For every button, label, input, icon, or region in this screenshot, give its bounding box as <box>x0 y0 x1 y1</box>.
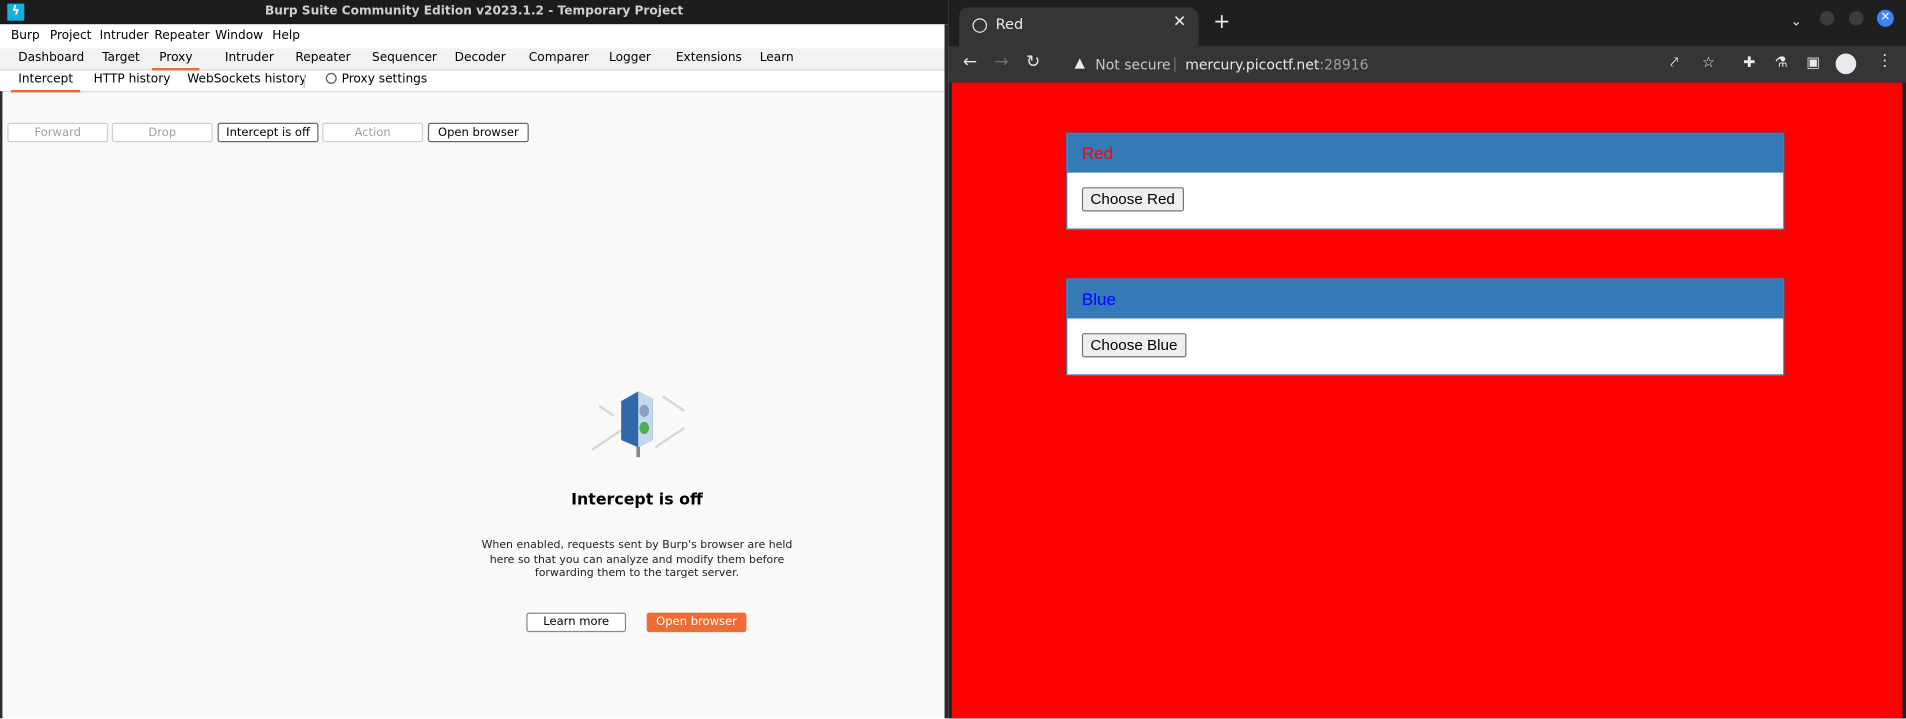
menu-project[interactable]: Project <box>50 24 92 48</box>
tab-repeater[interactable]: Repeater <box>288 49 358 68</box>
burp-logo-icon: ϟ <box>7 3 25 21</box>
proxy-sub-tabs: Intercept HTTP history WebSockets histor… <box>0 70 949 93</box>
blue-panel-heading: Blue <box>1067 279 1784 319</box>
chevron-down-icon[interactable]: ⌄ <box>1791 13 1802 29</box>
burp-left-border <box>0 91 3 719</box>
tab-comparer[interactable]: Comparer <box>521 49 596 68</box>
red-panel-heading: Red <box>1067 133 1784 173</box>
intercept-toggle-button[interactable]: Intercept is off <box>217 122 319 143</box>
extensions-icon[interactable]: ✚ <box>1743 53 1755 70</box>
subtab-http-history[interactable]: HTTP history <box>86 71 177 90</box>
subtab-intercept[interactable]: Intercept <box>10 71 81 93</box>
new-tab-icon[interactable]: + <box>1213 10 1230 34</box>
tab-decoder[interactable]: Decoder <box>447 49 513 68</box>
drop-button[interactable]: Drop <box>111 122 213 143</box>
menu-repeater[interactable]: Repeater <box>154 24 209 48</box>
page-viewport: Red Choose Red Blue Choose Blue <box>951 82 1903 719</box>
burp-window-title: Burp Suite Community Edition v2023.1.2 -… <box>264 4 684 19</box>
tab-learn[interactable]: Learn <box>752 49 801 68</box>
address-divider <box>1174 57 1176 72</box>
tab-extensions[interactable]: Extensions <box>669 49 750 68</box>
window-close-icon[interactable]: ✕ <box>1876 9 1894 27</box>
learn-more-button[interactable]: Learn more <box>526 612 627 633</box>
red-panel: Red Choose Red <box>1066 132 1785 230</box>
minimize-icon[interactable] <box>1819 10 1835 26</box>
forward-icon[interactable]: → <box>994 52 1008 71</box>
burp-window: ϟ Burp Suite Community Edition v2023.1.2… <box>0 0 949 719</box>
blue-panel-body: Choose Blue <box>1067 318 1783 374</box>
browser-toolbar: ← → ↻ ▲ Not secure mercury.picoctf.net:2… <box>948 46 1906 83</box>
star-icon[interactable]: ☆ <box>1702 53 1715 70</box>
reload-icon[interactable]: ↻ <box>1026 52 1040 71</box>
choose-blue-button[interactable]: Choose Blue <box>1081 333 1186 358</box>
tab-dashboard[interactable]: Dashboard <box>11 49 92 68</box>
browser-window: Red ✕ + ⌄ ✕ ← → ↻ ▲ Not secure mercury.p… <box>948 0 1906 719</box>
back-icon[interactable]: ← <box>963 52 977 71</box>
blue-panel: Blue Choose Blue <box>1066 278 1785 376</box>
burp-title-bar: ϟ Burp Suite Community Edition v2023.1.2… <box>0 0 949 25</box>
browser-tab[interactable]: Red ✕ <box>959 7 1199 47</box>
open-browser-button[interactable]: Open browser <box>427 122 529 143</box>
labs-flask-icon[interactable]: ⚗ <box>1775 53 1788 70</box>
intercept-off-heading: Intercept is off <box>571 491 703 510</box>
more-menu-icon[interactable]: ⋮ <box>1877 52 1893 70</box>
proxy-settings-button[interactable]: Proxy settings <box>318 71 434 90</box>
tab-logger[interactable]: Logger <box>602 49 659 68</box>
share-icon[interactable]: ⤤ <box>1670 53 1678 71</box>
intercept-off-description: When enabled, requests sent by Burp's br… <box>481 539 793 580</box>
open-browser-primary-button[interactable]: Open browser <box>646 612 747 633</box>
choose-red-button[interactable]: Choose Red <box>1081 187 1184 212</box>
menu-intruder[interactable]: Intruder <box>100 24 149 48</box>
burp-menu-bar: Burp Project Intruder Repeater Window He… <box>0 24 949 50</box>
forward-button[interactable]: Forward <box>7 122 109 143</box>
browser-tab-strip: Red ✕ + ⌄ ✕ <box>948 0 1906 47</box>
tab-proxy[interactable]: Proxy <box>151 49 200 71</box>
maximize-icon[interactable] <box>1848 10 1864 26</box>
menu-window[interactable]: Window <box>215 24 263 48</box>
menu-burp[interactable]: Burp <box>11 24 40 48</box>
profile-avatar-icon[interactable] <box>1835 53 1857 75</box>
browser-tab-title: Red <box>995 15 1024 33</box>
proxy-settings-label: Proxy settings <box>341 72 428 87</box>
action-button[interactable]: Action <box>322 122 424 143</box>
side-panel-icon[interactable]: ▣ <box>1806 53 1820 70</box>
address-bar[interactable]: ▲ Not secure mercury.picoctf.net:28916 <box>1055 49 1761 80</box>
red-panel-body: Choose Red <box>1067 173 1783 229</box>
subtab-websockets-history[interactable]: WebSockets history <box>180 71 314 90</box>
globe-icon <box>972 18 988 33</box>
close-tab-icon[interactable]: ✕ <box>1173 13 1186 31</box>
traffic-light-icon <box>591 391 686 458</box>
url-host: mercury.picoctf.net <box>1185 55 1320 73</box>
burp-main-tabs: Dashboard Target Proxy Intruder Repeater… <box>0 48 949 71</box>
tab-target[interactable]: Target <box>95 49 147 68</box>
subtab-divider <box>303 74 306 88</box>
url-port: :28916 <box>1319 55 1369 73</box>
menu-help[interactable]: Help <box>272 24 300 48</box>
security-label[interactable]: Not secure <box>1095 56 1170 73</box>
warning-icon: ▲ <box>1074 54 1085 71</box>
tab-sequencer[interactable]: Sequencer <box>365 49 445 68</box>
url-text[interactable]: mercury.picoctf.net:28916 <box>1185 56 1368 73</box>
tab-intruder[interactable]: Intruder <box>218 49 282 68</box>
gear-icon <box>325 72 337 84</box>
